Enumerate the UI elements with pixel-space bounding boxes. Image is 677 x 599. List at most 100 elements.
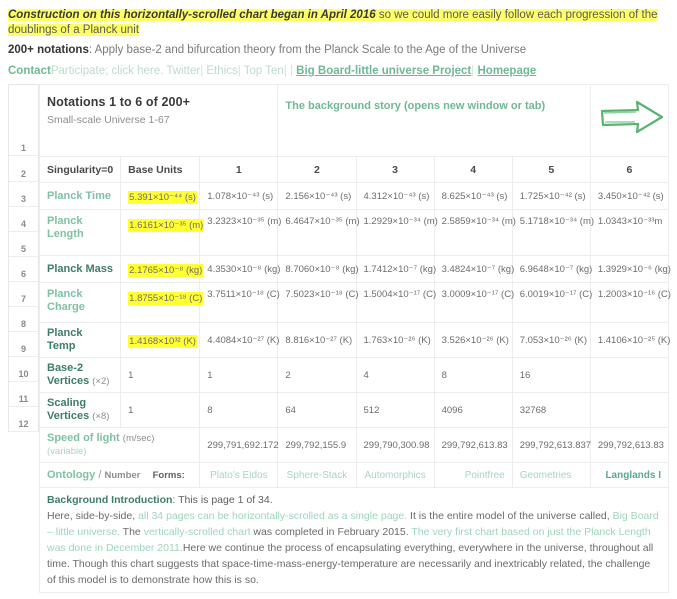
footer-paragraph: Here, side-by-side, all 34 pages can be … xyxy=(47,508,661,588)
cell-value: 1.4106×10⁻²⁵ (K) xyxy=(590,323,668,358)
cell-value: 2.156×10⁻⁴³ (s) xyxy=(278,183,356,210)
row-label-planck-length: Planck Length xyxy=(40,210,121,256)
banner-highlight-lead: Construction on this horizontally-scroll… xyxy=(8,9,376,21)
col-header-4: 4 xyxy=(434,157,512,183)
cell-value: 1 xyxy=(200,358,278,393)
spreadsheet: 1 2 3 4 5 6 7 8 9 10 11 12 xyxy=(8,84,669,593)
cell-value: 1.3929×10⁻⁶ (kg) xyxy=(590,256,668,283)
background-story-link[interactable]: The background story xyxy=(285,100,401,112)
cell-value: 6.4647×10⁻³⁵ (m) xyxy=(278,210,356,256)
top-banner: Construction on this horizontally-scroll… xyxy=(0,0,677,80)
ontology-label-a: Ontology xyxy=(47,469,95,481)
cell-value: 6.0019×10⁻¹⁷ (C) xyxy=(512,283,590,323)
gutter-row[interactable]: 1 xyxy=(9,84,39,156)
row-label-planck-temp: Planck Temp xyxy=(40,323,121,358)
right-arrow-icon xyxy=(598,99,666,137)
table-row: Planck Mass 2.1765×10⁻⁸ (kg) 4.3530×10⁻⁸… xyxy=(40,256,669,283)
twitter-link[interactable]: Twitter xyxy=(166,65,200,77)
cell-base: 1.4168×10³² (K) xyxy=(121,323,200,358)
gutter-row[interactable]: 7 xyxy=(9,282,39,307)
sol-variable: (variable) xyxy=(47,446,87,457)
cell-value: Automorphics xyxy=(356,463,434,488)
cell-value: 4.3530×10⁻⁸ (kg) xyxy=(200,256,278,283)
cell-value: 1.8755×10⁻¹⁸ (C) xyxy=(128,292,203,305)
row-label-base2-vertices: Base-2 Vertices (×2) xyxy=(40,358,121,393)
cell-value: 512 xyxy=(356,393,434,428)
cell-value: 2.5859×10⁻³⁴ (m) xyxy=(434,210,512,256)
cell-value: 1.5004×10⁻¹⁷ (C) xyxy=(356,283,434,323)
page-subtitle: Small-scale Universe 1-67 xyxy=(47,114,270,126)
gutter-row[interactable]: 10 xyxy=(9,357,39,382)
cell-value: 8.625×10⁻⁴³ (s) xyxy=(434,183,512,210)
cell-value: 3.4824×10⁻⁷ (kg) xyxy=(434,256,512,283)
footer-link-34pages[interactable]: all 34 pages can be horizontally-scrolle… xyxy=(138,510,407,522)
cell-value: 299,792,613.83 xyxy=(434,428,512,463)
gutter-row[interactable]: 12 xyxy=(9,407,39,432)
base2-suffix: (×2) xyxy=(92,376,109,387)
big-board-project-link[interactable]: Big Board-little universe Project xyxy=(296,65,471,77)
gutter-row[interactable]: 11 xyxy=(9,382,39,407)
scaling-label: Scaling Vertices xyxy=(47,397,89,422)
footer-t2: Here, side-by-side, xyxy=(47,510,138,522)
background-story-cell[interactable]: The background story (opens new window o… xyxy=(278,85,590,157)
cell-value: 8 xyxy=(434,358,512,393)
gutter-row[interactable]: 3 xyxy=(9,182,39,207)
ethics-link[interactable]: Ethics xyxy=(206,65,237,77)
cell-value: 1 xyxy=(121,393,200,428)
cell-value: Langlands I xyxy=(590,463,668,488)
cell-value: Geometries xyxy=(512,463,590,488)
table-row: Base-2 Vertices (×2) 1 1 2 4 8 16 xyxy=(40,358,669,393)
table-footer-row: Background Introduction: This is page 1 … xyxy=(40,488,669,593)
footer-link-vertical-chart[interactable]: vertically-scrolled chart xyxy=(144,526,251,538)
background-story-note: (opens new window or tab) xyxy=(401,100,545,112)
page-title: Notations 1 to 6 of 200+ xyxy=(47,95,270,109)
ontology-forms: Forms: xyxy=(153,470,185,481)
cell-empty xyxy=(590,393,668,428)
table-row: Planck Length 1.6161×10⁻³⁵ (m) 3.2323×10… xyxy=(40,210,669,256)
gutter-row[interactable]: 6 xyxy=(9,257,39,282)
top-ten-link[interactable]: Top Ten xyxy=(244,65,284,77)
row-label-planck-charge: Planck Charge xyxy=(40,283,121,323)
homepage-link[interactable]: Homepage xyxy=(477,65,536,77)
gutter-row[interactable]: 5 xyxy=(9,232,39,257)
table-row: Ontology / Number Forms: Plato's Eidos S… xyxy=(40,463,669,488)
row-label-ontology: Ontology / Number Forms: xyxy=(40,463,200,488)
cell-value: 3.0009×10⁻¹⁷ (C) xyxy=(434,283,512,323)
cell-value: 8 xyxy=(200,393,278,428)
cell-value: 3.7511×10⁻¹⁸ (C) xyxy=(200,283,278,323)
cell-value: 5.391×10⁻⁴⁴ (s) xyxy=(128,191,197,204)
contact-link[interactable]: Contact xyxy=(8,65,51,77)
cell-base: 2.1765×10⁻⁸ (kg) xyxy=(121,256,200,283)
title-cell: Notations 1 to 6 of 200+ Small-scale Uni… xyxy=(40,85,278,157)
sol-label: Speed of light xyxy=(47,432,120,444)
footer-title: Background Introduction xyxy=(47,494,172,506)
cell-value: 1.2003×10⁻¹⁶ (C) xyxy=(590,283,668,323)
col-header-6: 6 xyxy=(590,157,668,183)
cell-value: 16 xyxy=(512,358,590,393)
gutter-row[interactable]: 4 xyxy=(9,207,39,232)
cell-value: 2.1765×10⁻⁸ (kg) xyxy=(128,264,203,277)
cell-value: 1.725×10⁻⁴² (s) xyxy=(512,183,590,210)
gutter-row[interactable]: 8 xyxy=(9,307,39,332)
table-title-row: Notations 1 to 6 of 200+ Small-scale Uni… xyxy=(40,85,669,157)
col-header-1: 1 xyxy=(200,157,278,183)
cell-base: 5.391×10⁻⁴⁴ (s) xyxy=(121,183,200,210)
col-header-5: 5 xyxy=(512,157,590,183)
gutter-row[interactable]: 2 xyxy=(9,156,39,182)
gutter-row[interactable]: 9 xyxy=(9,332,39,357)
sol-unit: (m/sec) xyxy=(123,433,155,444)
cell-value: 1.6161×10⁻³⁵ (m) xyxy=(128,219,204,232)
notations-count: 200+ notations xyxy=(8,44,89,56)
page-root: Construction on this horizontally-scroll… xyxy=(0,0,677,599)
notations-desc: : Apply base-2 and bifurcation theory fr… xyxy=(89,44,526,56)
base2-label: Base-2 Vertices xyxy=(47,362,89,387)
cell-value: 3.450×10⁻⁴² (s) xyxy=(590,183,668,210)
cell-value: 32768 xyxy=(512,393,590,428)
cell-value: Plato's Eidos xyxy=(200,463,278,488)
sep-4: | xyxy=(471,65,474,77)
cell-value: Sphere-Stack xyxy=(278,463,356,488)
cell-value: 1.2929×10⁻³⁴ (m) xyxy=(356,210,434,256)
cell-value: 6.9648×10⁻⁷ (kg) xyxy=(512,256,590,283)
cell-value: 299,791,692.172 xyxy=(200,428,278,463)
cell-value: 1.7412×10⁻⁷ (kg) xyxy=(356,256,434,283)
